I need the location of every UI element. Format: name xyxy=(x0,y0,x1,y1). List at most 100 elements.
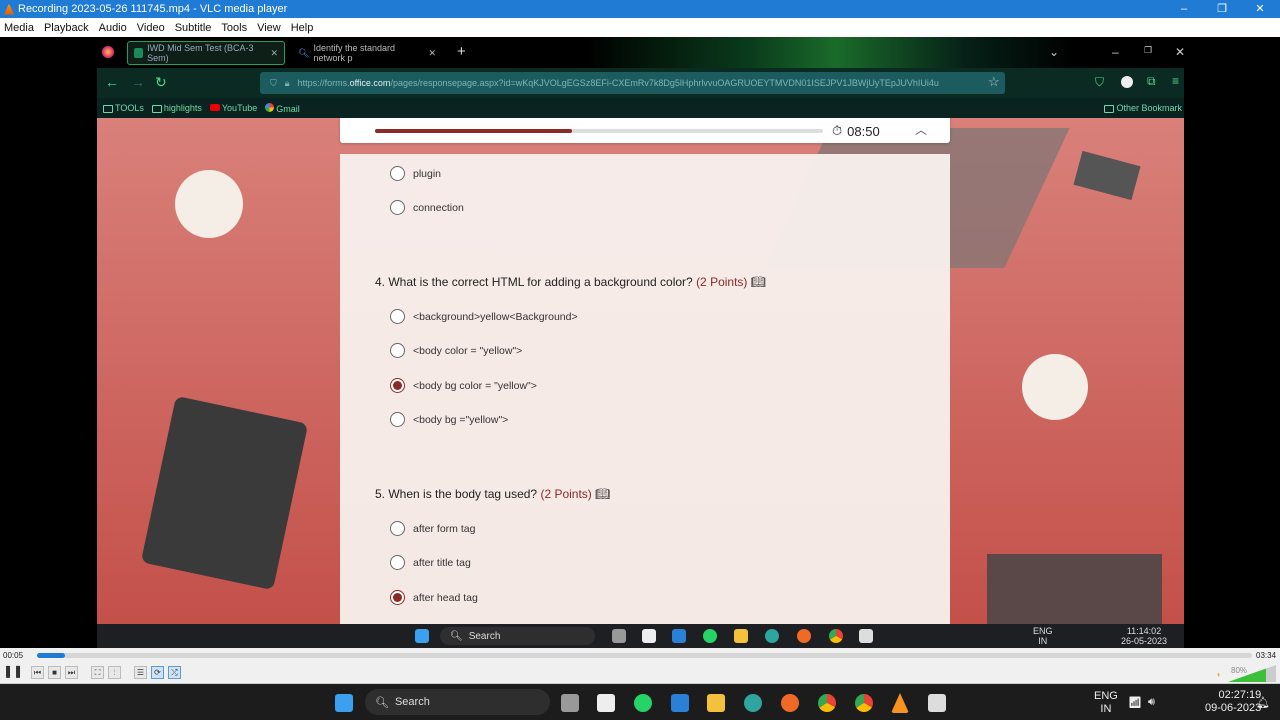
store-icon[interactable] xyxy=(597,694,615,712)
extensions-icon[interactable]: ⧉ xyxy=(1147,74,1156,89)
chrome-profile-icon[interactable] xyxy=(855,694,873,712)
maximize-button[interactable]: ❐ xyxy=(1202,0,1242,18)
browser-minimize-button[interactable]: – xyxy=(1112,45,1119,59)
notification-icon[interactable]: 🔔︎ xyxy=(1256,696,1270,709)
q5-option-3[interactable]: after head tag xyxy=(390,590,478,605)
tab-iwd-test[interactable]: IWD Mid Sem Test (BCA-3 Sem) ✕ xyxy=(127,41,285,65)
q4-option-4[interactable]: <body bg ="yellow"> xyxy=(390,412,508,427)
bookmark-star-icon[interactable]: ☆ xyxy=(988,74,1000,90)
clock[interactable]: 02:27:19 09-06-2023 xyxy=(1205,689,1261,715)
question-5: 5. When is the body tag used? (2 Points)… xyxy=(375,487,611,501)
playlist-button[interactable]: ☰ xyxy=(134,666,147,679)
radio-button[interactable] xyxy=(390,200,405,215)
stopwatch-icon: ⏱ xyxy=(832,123,843,138)
edge-icon[interactable] xyxy=(744,694,762,712)
new-tab-button[interactable]: + xyxy=(457,43,466,60)
q4-option-3[interactable]: <body bg color = "yellow"> xyxy=(390,378,537,393)
menu-playback[interactable]: Playback xyxy=(40,22,95,34)
extended-settings-button[interactable]: ⫶ xyxy=(108,666,121,679)
q4-option-1[interactable]: <background>yellow<Background> xyxy=(390,309,578,324)
radio-button[interactable] xyxy=(390,309,405,324)
tab-label: Identify the standard network p xyxy=(313,43,395,63)
immersive-reader-icon[interactable]: 📖︎ xyxy=(751,275,766,289)
whatsapp-icon[interactable] xyxy=(634,694,652,712)
menu-help[interactable]: Help xyxy=(287,22,320,34)
seek-slider[interactable] xyxy=(37,653,1252,658)
tab-close-icon[interactable]: ✕ xyxy=(428,48,436,59)
minimize-button[interactable]: – xyxy=(1164,0,1204,18)
recorded-taskbar: 🔍︎ Search ENG IN 11:14:02 26-05-2023 xyxy=(97,624,1184,648)
vscode-icon[interactable] xyxy=(671,694,689,712)
vlc-taskbar-icon[interactable] xyxy=(891,693,909,713)
back-arrow-icon[interactable]: ← xyxy=(105,74,119,90)
loop-button[interactable]: ⟳ xyxy=(151,666,164,679)
menu-subtitle[interactable]: Subtitle xyxy=(171,22,218,34)
radio-button[interactable] xyxy=(390,343,405,358)
menu-icon[interactable]: ≡ xyxy=(1172,74,1179,88)
menu-video[interactable]: Video xyxy=(133,22,171,34)
bookmark-other[interactable]: Other Bookmark xyxy=(1104,103,1182,113)
task-view-icon xyxy=(612,629,626,643)
language-indicator[interactable]: ENG IN xyxy=(1094,690,1118,716)
menu-media[interactable]: Media xyxy=(0,22,40,34)
file-explorer-icon[interactable] xyxy=(707,694,725,712)
radio-button[interactable] xyxy=(390,521,405,536)
close-button[interactable]: ✕ xyxy=(1240,0,1280,18)
folder-decoration xyxy=(987,554,1162,624)
clock: 11:14:02 26-05-2023 xyxy=(1121,626,1168,646)
immersive-reader-icon[interactable]: 📖︎ xyxy=(595,487,610,501)
wifi-icon[interactable]: 📶︎ xyxy=(1128,696,1142,709)
url-text: https://forms.office.com/pages/responsep… xyxy=(297,78,939,88)
account-avatar[interactable] xyxy=(1121,76,1133,88)
q4-option-2[interactable]: <body color = "yellow"> xyxy=(390,343,522,358)
browser-restore-button[interactable]: ❐ xyxy=(1144,45,1152,56)
time-elapsed: 00:05 xyxy=(3,651,24,660)
collapse-chevron-icon[interactable]: ︿ xyxy=(915,121,927,138)
menu-view[interactable]: View xyxy=(253,22,287,34)
firefox-icon xyxy=(797,629,811,643)
radio-button[interactable] xyxy=(390,166,405,181)
menu-audio[interactable]: Audio xyxy=(95,22,133,34)
q5-option-2[interactable]: after title tag xyxy=(390,555,471,570)
q5-option-1[interactable]: after form tag xyxy=(390,521,475,536)
bookmark-youtube[interactable]: YouTube xyxy=(209,103,257,113)
windows-start-icon[interactable] xyxy=(335,694,353,712)
forward-arrow-icon[interactable]: → xyxy=(131,74,145,90)
chrome-icon[interactable] xyxy=(818,694,836,712)
bookmark-gmail[interactable]: Gmail xyxy=(265,102,300,114)
progress-header: ⏱ 08:50 ︿ xyxy=(340,118,950,143)
url-bar[interactable]: ⛉ 🔒︎ https://forms.office.com/pages/resp… xyxy=(260,72,1005,94)
tab-close-icon[interactable]: ✕ xyxy=(270,48,278,59)
radio-button-selected[interactable] xyxy=(390,590,405,605)
option-connection[interactable]: connection xyxy=(390,200,464,215)
pause-button[interactable]: ❚❚ xyxy=(3,665,23,679)
next-button[interactable]: ⏭ xyxy=(65,666,78,679)
radio-button[interactable] xyxy=(390,555,405,570)
firefox-icon[interactable] xyxy=(781,694,799,712)
stop-button[interactable]: ■ xyxy=(48,666,61,679)
firefox-icon xyxy=(102,46,114,58)
tab-search[interactable]: 🔍︎ Identify the standard network p ✕ xyxy=(292,41,442,65)
shield-icon: ⛉ xyxy=(270,77,277,88)
bookmarks-bar: TOOLs highlights YouTube Gmail Other Boo… xyxy=(97,98,1184,118)
tab-list-chevron-icon[interactable]: ⌄ xyxy=(1049,45,1059,59)
browser-close-button[interactable]: ✕ xyxy=(1175,45,1185,59)
pocket-icon[interactable]: ⛉ xyxy=(1095,75,1104,90)
fullscreen-button[interactable]: ⛶ xyxy=(91,666,104,679)
taskbar-search-box[interactable]: 🔍︎ Search xyxy=(365,689,550,715)
bookmark-tools[interactable]: TOOLs xyxy=(103,103,144,113)
menu-tools[interactable]: Tools xyxy=(217,22,253,34)
bookmark-highlights[interactable]: highlights xyxy=(151,103,202,113)
shuffle-button[interactable]: ⤮ xyxy=(168,666,181,679)
vlc-icon xyxy=(4,3,14,15)
radio-button[interactable] xyxy=(390,412,405,427)
previous-button[interactable]: ⏮ xyxy=(31,666,44,679)
folder-icon xyxy=(151,104,162,113)
speaker-icon[interactable]: ◖ xyxy=(1216,670,1221,679)
task-view-icon[interactable] xyxy=(561,694,579,712)
radio-button-selected[interactable] xyxy=(390,378,405,393)
option-plugin[interactable]: plugin xyxy=(390,166,441,181)
reload-icon[interactable]: ↻ xyxy=(155,74,167,91)
volume-icon[interactable]: 🔊︎ xyxy=(1148,696,1155,709)
snipping-tool-icon[interactable] xyxy=(928,694,946,712)
